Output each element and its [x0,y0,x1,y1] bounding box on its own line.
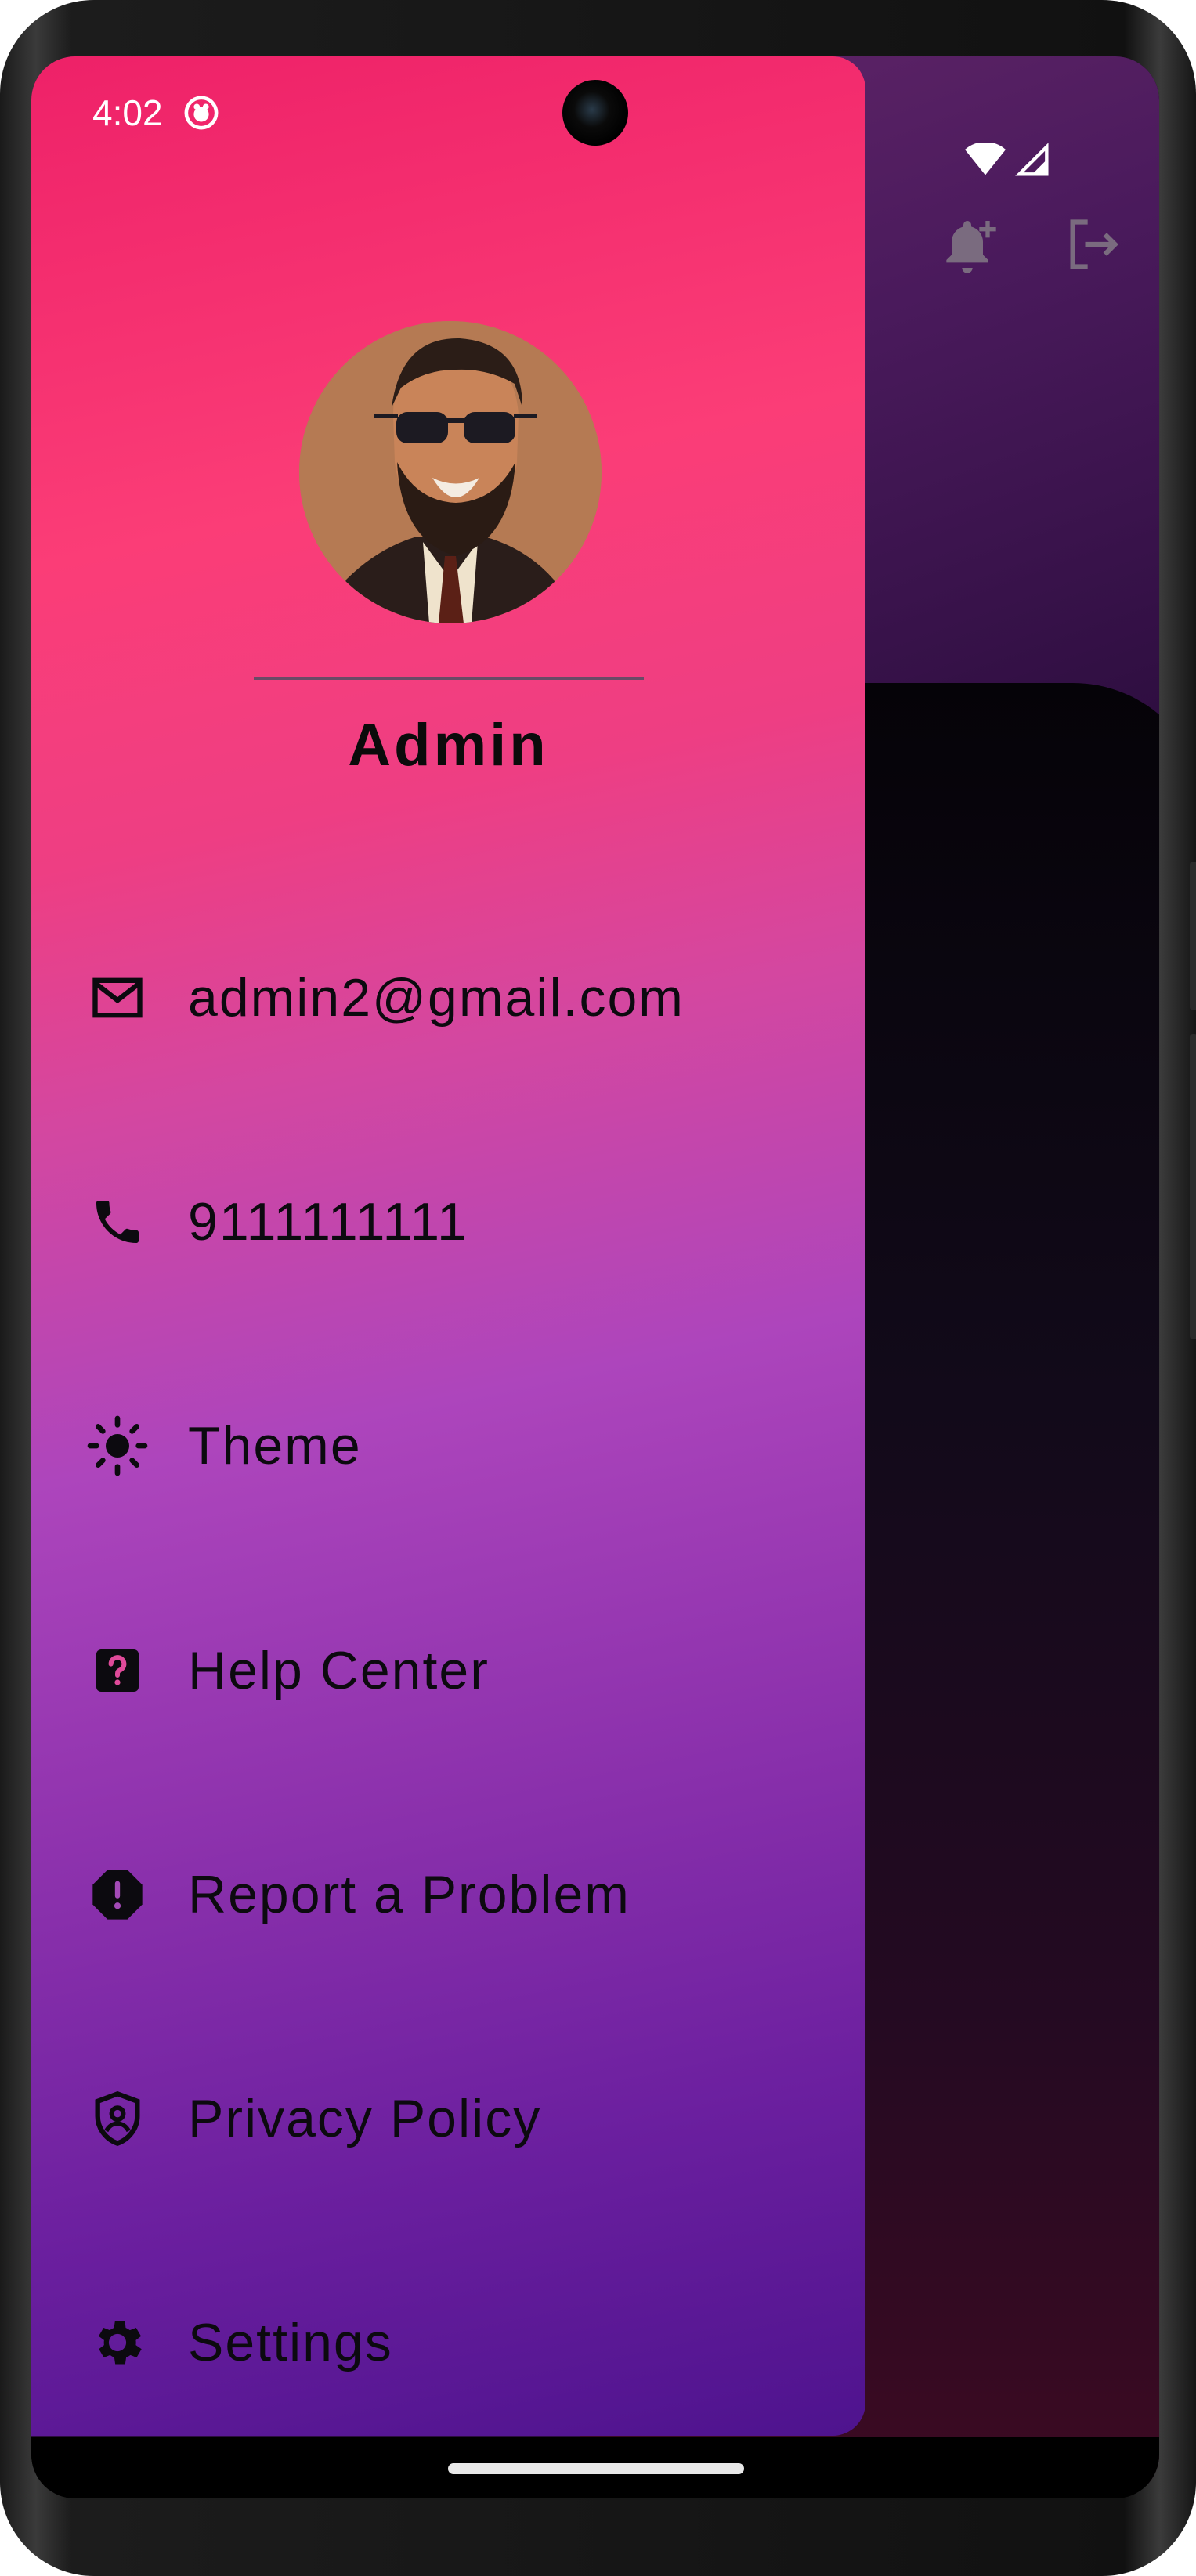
gear-icon [78,2303,157,2382]
menu-label-theme: Theme [188,1416,362,1476]
menu-label-report-problem: Report a Problem [188,1865,631,1924]
logout-icon [1070,219,1118,269]
menu-label-email: admin2@gmail.com [188,968,685,1028]
shield-icon [78,2079,157,2158]
menu-item-email[interactable]: admin2@gmail.com [78,951,830,1045]
front-camera [562,80,628,146]
menu-item-privacy-policy[interactable]: Privacy Policy [78,2072,830,2166]
menu-item-settings[interactable]: Settings [78,2296,830,2390]
menu-label-phone: 9111111111 [188,1192,468,1252]
volume-button [1190,1034,1196,1339]
menu-label-privacy-policy: Privacy Policy [188,2089,542,2148]
wifi-icon [965,143,1006,175]
menu-item-theme[interactable]: Theme [78,1399,830,1493]
menu-item-phone[interactable]: 9111111111 [78,1175,830,1269]
avatar[interactable] [299,321,602,623]
signal-icon [1015,143,1049,176]
add-notification-button[interactable] [936,213,999,276]
home-gesture-bar[interactable] [448,2463,744,2474]
status-bar-left: 4:02 [92,92,219,134]
menu-label-settings: Settings [188,2313,393,2372]
phone-icon [78,1183,157,1261]
phone-frame: 4:02 Admin admin2@gmail.com 9111111111 T… [0,0,1196,2576]
profile-divider [254,677,644,680]
sun-icon [78,1407,157,1485]
notification-app-icon [184,96,218,130]
logout-button[interactable] [1061,213,1124,276]
user-name: Admin [348,712,549,779]
add-notification-icon [946,221,996,273]
avatar-portrait [299,321,602,623]
menu-label-help-center: Help Center [188,1641,490,1700]
report-icon [78,1855,157,1934]
power-button [1190,862,1196,1010]
screen: 4:02 Admin admin2@gmail.com 9111111111 T… [31,56,1159,2498]
help-icon [78,1631,157,1710]
menu-item-report-problem[interactable]: Report a Problem [78,1848,830,1942]
status-icons [965,143,1050,177]
mail-icon [78,959,157,1037]
navigation-drawer: 4:02 Admin admin2@gmail.com 9111111111 T… [31,56,865,2436]
menu-item-help-center[interactable]: Help Center [78,1624,830,1718]
status-time: 4:02 [92,92,163,133]
